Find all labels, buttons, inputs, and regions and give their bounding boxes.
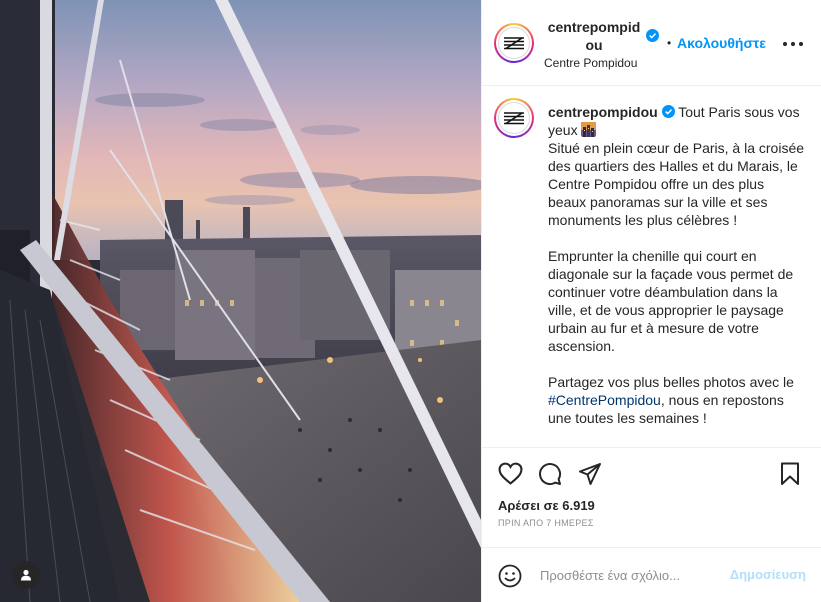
more-dot-icon: [799, 42, 803, 46]
caption-paragraph-1: Situé en plein cœur de Paris, à la crois…: [548, 140, 805, 228]
location-link[interactable]: Centre Pompidou: [544, 56, 637, 70]
more-dot-icon: [783, 42, 787, 46]
instagram-post: centrepompidou • Ακολουθήστε Centre Pomp…: [0, 0, 821, 602]
bookmark-icon[interactable]: [780, 462, 800, 486]
caption-avatar[interactable]: [494, 98, 534, 138]
comment-input[interactable]: [538, 564, 718, 586]
more-options-button[interactable]: [783, 36, 803, 52]
follow-button[interactable]: Ακολουθήστε: [677, 35, 766, 51]
user-tag-icon: [21, 569, 31, 581]
comment-bar: Δημοσίευση: [482, 547, 821, 602]
post-header: centrepompidou • Ακολουθήστε Centre Pomp…: [482, 0, 821, 86]
comment-icon[interactable]: [538, 462, 562, 486]
centre-pompidou-logo-icon: [504, 112, 524, 125]
avatar[interactable]: [494, 23, 534, 63]
caption-username[interactable]: centrepompidou: [548, 104, 658, 120]
post-photo[interactable]: [0, 0, 481, 602]
user-tag-button[interactable]: [12, 561, 40, 589]
paris-rooftop-photo: [0, 0, 481, 602]
post-timestamp[interactable]: ΠΡΙΝ ΑΠΟ 7 ΗΜΕΡΕΣ: [498, 518, 594, 528]
caption-paragraph-2: Emprunter la chenille qui court en diago…: [548, 248, 794, 354]
share-icon[interactable]: [578, 462, 602, 486]
caption-text: centrepompidou Tout Paris sous vos yeux: [548, 103, 806, 445]
centre-pompidou-logo-icon: [504, 37, 524, 50]
heart-icon[interactable]: [498, 462, 523, 485]
post-comment-button[interactable]: Δημοσίευση: [730, 567, 806, 582]
header-separator: •: [667, 36, 672, 50]
header-username[interactable]: centrepompidou: [544, 18, 644, 54]
post-side-panel: centrepompidou • Ακολουθήστε Centre Pomp…: [481, 0, 821, 602]
hashtag-link[interactable]: #CentrePompidou: [548, 392, 661, 408]
more-dot-icon: [791, 42, 795, 46]
action-bar: [482, 448, 821, 502]
cityscape-at-dusk-emoji-icon: [581, 122, 597, 137]
verified-badge-icon: [646, 29, 659, 42]
verified-badge-icon: [661, 105, 675, 118]
emoji-smiley-icon[interactable]: [498, 564, 522, 588]
caption-paragraph-3-start: Partagez vos plus belles photos avec le: [548, 374, 794, 390]
likes-count[interactable]: Αρέσει σε 6.919: [498, 498, 595, 513]
caption-section: centrepompidou Tout Paris sous vos yeux: [482, 86, 821, 448]
